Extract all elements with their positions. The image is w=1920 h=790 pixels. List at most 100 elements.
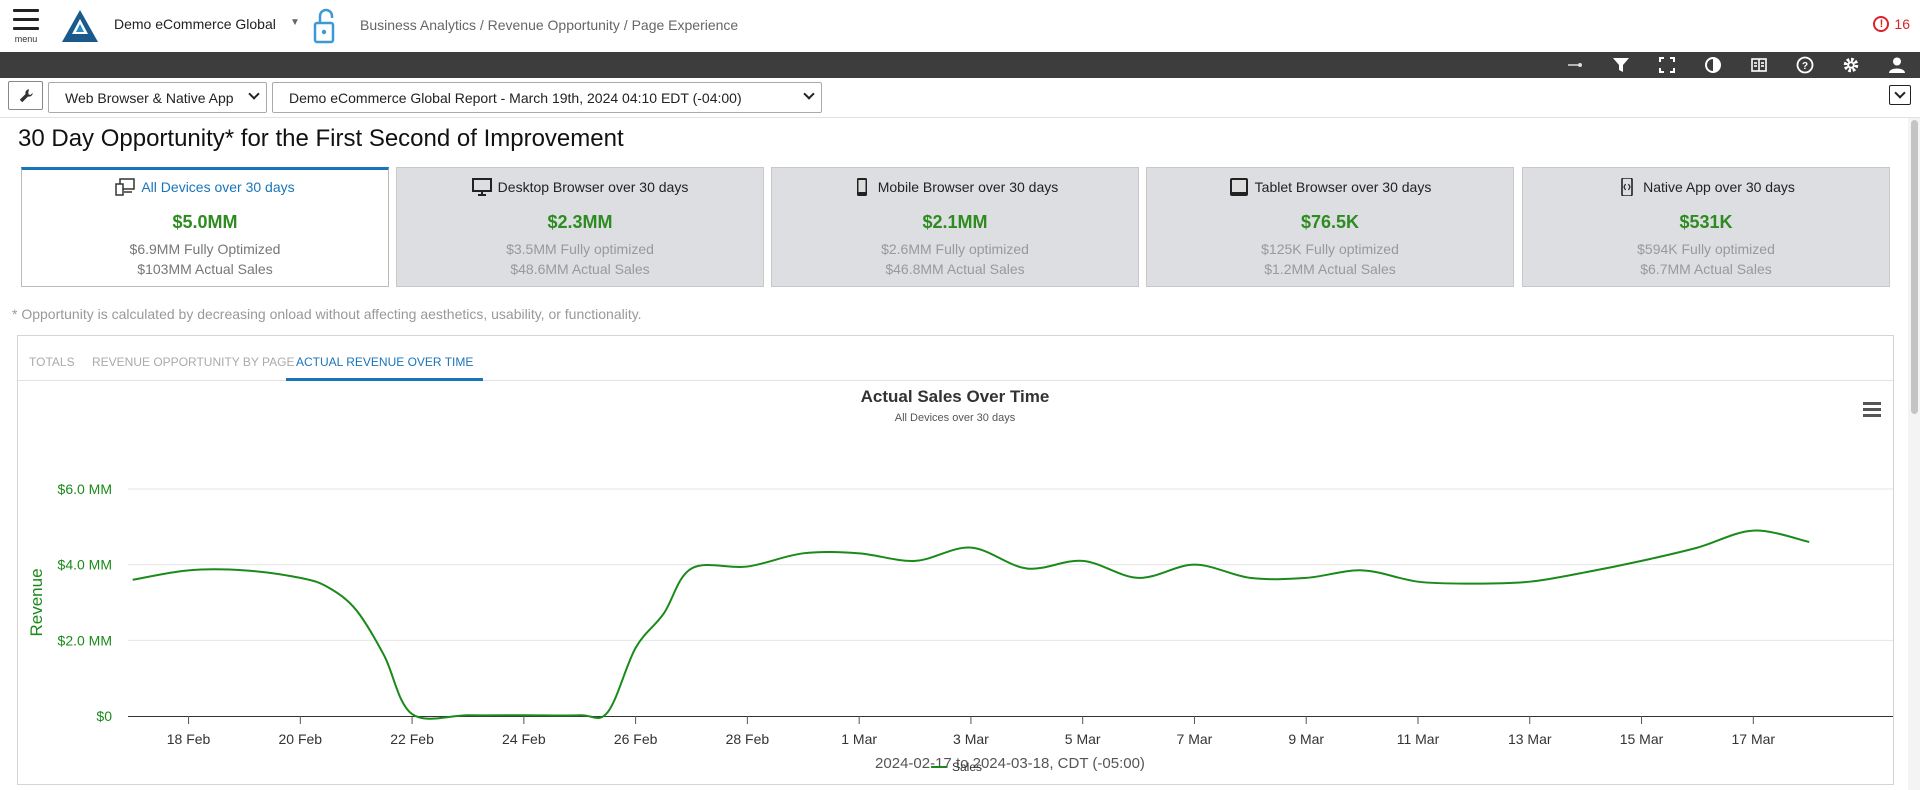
footnote: * Opportunity is calculated by decreasin… <box>12 306 642 322</box>
vertical-scrollbar[interactable] <box>1908 118 1920 790</box>
card-mobile-browser[interactable]: Mobile Browser over 30 days $2.1MM $2.6M… <box>771 167 1139 287</box>
card-desktop-browser[interactable]: Desktop Browser over 30 days $2.3MM $3.5… <box>396 167 764 287</box>
card-value: $2.1MM <box>922 212 988 232</box>
menu-label: menu <box>14 34 38 44</box>
chart-subtitle: All Devices over 30 days <box>895 412 1016 424</box>
x-tick-label: 22 Feb <box>390 731 434 747</box>
card-value: $531K <box>1679 212 1733 232</box>
unlock-icon[interactable] <box>312 7 340 45</box>
svg-text:?: ? <box>1802 61 1808 72</box>
card-header: Mobile Browser over 30 days <box>772 178 1138 196</box>
page-title: 30 Day Opportunity* for the First Second… <box>18 125 624 152</box>
card-value: $76.5K <box>1300 212 1360 232</box>
alert-count: 16 <box>1894 16 1910 32</box>
card-optimized: $6.9MM Fully Optimized <box>129 241 281 257</box>
help-icon[interactable]: ? <box>1795 55 1815 75</box>
alert-icon: ! <box>1873 16 1890 32</box>
card-value: $5.0MM <box>172 212 238 232</box>
card-label: All Devices over 30 days <box>141 179 295 195</box>
native-app-icon <box>1621 178 1633 196</box>
report-select[interactable]: Demo eCommerce Global Report - March 19t… <box>272 82 822 113</box>
card-tablet-browser[interactable]: Tablet Browser over 30 days $76.5K $125K… <box>1146 167 1514 287</box>
x-tick-label: 15 Mar <box>1620 731 1664 747</box>
x-tick-label: 28 Feb <box>726 731 770 747</box>
card-actual: $48.6MM Actual Sales <box>510 261 650 277</box>
x-tick-label: 7 Mar <box>1177 731 1213 747</box>
x-tick-label: 11 Mar <box>1397 731 1440 747</box>
card-label: Desktop Browser over 30 days <box>497 179 689 195</box>
tab-totals[interactable]: TOTALS <box>29 336 75 381</box>
chart-title: Actual Sales Over Time <box>861 387 1050 406</box>
card-native-app[interactable]: Native App over 30 days $531K $594K Full… <box>1522 167 1890 287</box>
chevron-down-icon <box>803 88 815 100</box>
x-tick-label: 26 Feb <box>614 731 658 747</box>
report-select-value: Demo eCommerce Global Report - March 19t… <box>289 90 742 106</box>
card-actual: $6.7MM Actual Sales <box>1640 261 1772 277</box>
y-tick-label: $0 <box>96 708 112 724</box>
y-axis-label: Revenue <box>27 568 46 636</box>
card-optimized: $3.5MM Fully optimized <box>506 241 654 257</box>
card-label: Tablet Browser over 30 days <box>1254 179 1432 195</box>
sales-line-chart: Actual Sales Over Time All Devices over 3… <box>27 387 1893 774</box>
chevron-down-icon <box>248 88 260 100</box>
wrench-icon <box>19 88 33 102</box>
platform-select-value: Web Browser & Native App <box>65 90 234 106</box>
platform-select[interactable]: Web Browser & Native App <box>48 82 267 113</box>
x-axis-label: 2024-02-17 to 2024-03-18, CDT (-05:00) <box>875 755 1145 772</box>
card-header: Native App over 30 days <box>1523 178 1889 196</box>
book-icon[interactable] <box>1749 55 1769 75</box>
card-optimized: $2.6MM Fully optimized <box>881 241 1029 257</box>
chevron-down-icon <box>1894 87 1906 99</box>
pin-icon[interactable] <box>1565 55 1585 75</box>
tab-actual-revenue-over-time[interactable]: ACTUAL REVENUE OVER TIME <box>286 336 484 381</box>
x-tick-label: 18 Feb <box>167 731 211 747</box>
card-all-devices[interactable]: All Devices over 30 days $5.0MM $6.9MM F… <box>21 167 389 287</box>
y-tick-label: $4.0 MM <box>58 557 112 573</box>
tab-revenue-opportunity-by-page[interactable]: REVENUE OPPORTUNITY BY PAGE <box>92 336 295 381</box>
y-tick-label: $2.0 MM <box>58 632 112 648</box>
fullscreen-icon[interactable] <box>1657 55 1677 75</box>
tablet-icon <box>1229 178 1248 196</box>
alerts-indicator[interactable]: ! 16 <box>1873 16 1910 32</box>
x-tick-label: 17 Mar <box>1732 731 1776 747</box>
card-actual: $103MM Actual Sales <box>137 261 273 277</box>
card-value: $2.3MM <box>547 212 613 232</box>
menu-button[interactable]: menu <box>12 9 40 44</box>
card-header: Desktop Browser over 30 days <box>397 178 763 196</box>
gear-icon[interactable] <box>1841 55 1861 75</box>
mobile-icon <box>856 178 867 196</box>
x-tick-label: 5 Mar <box>1065 731 1101 747</box>
user-icon[interactable] <box>1887 55 1907 75</box>
filter-icon[interactable] <box>1611 55 1631 75</box>
settings-button[interactable] <box>8 81 43 110</box>
brand-logo-icon <box>62 10 98 42</box>
x-tick-label: 9 Mar <box>1288 731 1324 747</box>
x-tick-label: 20 Feb <box>279 731 323 747</box>
x-tick-label: 13 Mar <box>1508 731 1552 747</box>
card-header: All Devices over 30 days <box>22 178 388 196</box>
card-optimized: $125K Fully optimized <box>1261 241 1399 257</box>
devices-icon <box>115 178 136 196</box>
chevron-down-icon[interactable]: ▼ <box>290 17 300 28</box>
contrast-icon[interactable] <box>1703 55 1723 75</box>
collapse-toggle-button[interactable] <box>1889 85 1911 105</box>
top-header: menu Demo eCommerce Global ▼ Business An… <box>0 0 1920 52</box>
card-header: Tablet Browser over 30 days <box>1147 178 1513 196</box>
tab-bar: TOTALS REVENUE OPPORTUNITY BY PAGE ACTUA… <box>18 336 1893 381</box>
hamburger-icon-bar <box>13 18 39 21</box>
card-optimized: $594K Fully optimized <box>1637 241 1775 257</box>
x-tick-label: 24 Feb <box>502 731 546 747</box>
report-selector-row: Web Browser & Native App Demo eCommerce … <box>0 78 1920 118</box>
card-label: Mobile Browser over 30 days <box>877 179 1059 195</box>
scrollbar-thumb[interactable] <box>1911 120 1918 414</box>
card-label: Native App over 30 days <box>1643 179 1795 195</box>
x-tick-label: 1 Mar <box>841 731 877 747</box>
app-title-dropdown[interactable]: Demo eCommerce Global <box>114 16 276 32</box>
chart-panel: TOTALS REVENUE OPPORTUNITY BY PAGE ACTUA… <box>17 335 1894 785</box>
x-tick-label: 3 Mar <box>953 731 989 747</box>
card-actual: $46.8MM Actual Sales <box>885 261 1025 277</box>
sales-series-line <box>132 529 1810 720</box>
legend-label: Sales <box>952 760 982 774</box>
toolbar: ? <box>0 52 1920 78</box>
desktop-icon <box>471 178 492 196</box>
